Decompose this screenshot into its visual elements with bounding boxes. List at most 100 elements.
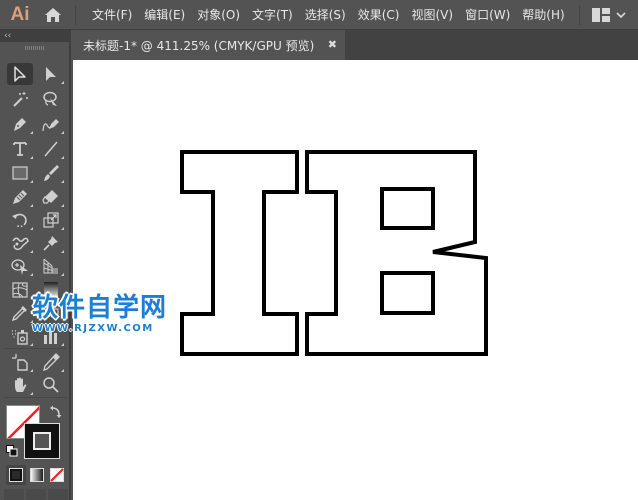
warp-tool[interactable]: [7, 232, 33, 254]
workspace-switcher[interactable]: [591, 0, 626, 30]
letter-b-lower-counter[interactable]: [380, 271, 435, 315]
shape-builder-icon: [11, 259, 28, 275]
perspective-grid-tool[interactable]: [38, 255, 64, 277]
curvature-tool[interactable]: [38, 113, 64, 135]
menu-edit[interactable]: 编辑(E): [138, 0, 191, 30]
menu-items: 文件(F) 编辑(E) 对象(O) 文字(T) 选择(S) 效果(C) 视图(V…: [86, 0, 571, 30]
artboard-icon: [12, 354, 28, 371]
letter-i-outline[interactable]: [180, 150, 299, 356]
blend-icon: [44, 308, 59, 318]
pen-tool[interactable]: [7, 113, 33, 135]
eyedropper-icon: [11, 306, 27, 322]
stroke-swatch[interactable]: [24, 423, 60, 459]
pen-icon: [14, 118, 26, 131]
magic-wand-tool[interactable]: [7, 88, 33, 110]
arrow-solid-icon: [46, 67, 56, 81]
document-title: 未标题-1* @ 411.25% (CMYK/GPU 预览): [83, 38, 315, 53]
hand-tool[interactable]: [7, 374, 33, 396]
hand-icon: [15, 377, 27, 392]
artboard-tool[interactable]: [7, 351, 33, 373]
menu-window[interactable]: 窗口(W): [459, 0, 516, 30]
menu-type[interactable]: 文字(T): [246, 0, 299, 30]
artwork: [180, 150, 488, 356]
line-segment-tool[interactable]: [38, 138, 64, 160]
artboard-canvas[interactable]: [73, 60, 638, 500]
zoom-tool[interactable]: [38, 374, 64, 396]
none-swatch-icon: [50, 468, 64, 482]
draw-normal-button[interactable]: [4, 489, 24, 500]
swap-fill-stroke-icon[interactable]: [49, 405, 63, 419]
draw-inside-button[interactable]: [48, 489, 68, 500]
tools-panel-header: ‹‹: [0, 30, 71, 42]
pin-icon: [43, 236, 58, 251]
draw-modes: [4, 489, 68, 500]
tool-divider: [4, 397, 66, 398]
default-colors-icon[interactable]: [6, 445, 18, 457]
illustrator-window: Ai 文件(F) 编辑(E) 对象(O) 文字(T) 选择(S) 效果(C) 视…: [0, 0, 638, 500]
line-icon: [44, 141, 58, 157]
gradient-mode-button[interactable]: [27, 465, 47, 485]
selection-tool[interactable]: [7, 63, 33, 85]
workspace-layout-icon: [591, 7, 610, 22]
paintbrush-tool[interactable]: [38, 162, 64, 184]
eyedropper-tool[interactable]: [7, 302, 33, 324]
tool-divider: [4, 348, 66, 349]
lasso-tool[interactable]: [38, 88, 64, 110]
column-graph-icon: [44, 331, 57, 344]
draw-behind-button[interactable]: [26, 489, 46, 500]
color-icon: [9, 468, 23, 482]
menu-divider: [578, 4, 580, 25]
none-mode-button[interactable]: [47, 465, 67, 485]
rectangle-tool[interactable]: [7, 162, 33, 184]
slice-icon: [43, 353, 60, 371]
blend-tool[interactable]: [38, 302, 64, 324]
mesh-icon: [12, 282, 28, 298]
menu-select[interactable]: 选择(S): [299, 0, 352, 30]
symbol-sprayer-icon: [12, 330, 28, 345]
symbol-sprayer-tool[interactable]: [7, 325, 33, 347]
magic-wand-icon: [13, 92, 28, 107]
gradient-swatch-icon: [30, 468, 44, 482]
gradient-tool[interactable]: [38, 279, 64, 301]
type-tool[interactable]: [7, 138, 33, 160]
stroke-swatch-inner: [33, 432, 51, 450]
app-logo: Ai: [10, 3, 30, 25]
warp-icon: [12, 237, 29, 251]
rectangle-icon: [12, 166, 28, 180]
puppet-warp-tool[interactable]: [38, 232, 64, 254]
shape-builder-tool[interactable]: [7, 255, 33, 277]
mesh-tool[interactable]: [7, 279, 33, 301]
chevron-down-icon: [616, 11, 626, 18]
collapse-panel-icon[interactable]: ‹‹: [4, 30, 11, 42]
rotate-tool[interactable]: [7, 209, 33, 231]
menu-effect[interactable]: 效果(C): [352, 0, 406, 30]
letter-b-upper-counter[interactable]: [380, 187, 435, 230]
menu-view[interactable]: 视图(V): [405, 0, 459, 30]
eraser-tool[interactable]: [38, 186, 64, 208]
document-tab-bar: 未标题-1* @ 411.25% (CMYK/GPU 预览) ✖: [73, 30, 638, 60]
magnifier-icon: [43, 377, 59, 393]
scale-tool[interactable]: [38, 209, 64, 231]
menu-file[interactable]: 文件(F): [86, 0, 138, 30]
arrow-outline-icon: [14, 66, 26, 82]
curvature-pen-icon: [42, 119, 59, 132]
menu-divider: [75, 4, 76, 25]
gradient-icon: [44, 282, 58, 298]
document-tab[interactable]: 未标题-1* @ 411.25% (CMYK/GPU 预览) ✖: [73, 30, 345, 60]
shaper-tool[interactable]: [7, 186, 33, 208]
panel-grip[interactable]: [25, 46, 45, 50]
close-icon[interactable]: ✖: [328, 38, 337, 51]
eraser-icon: [42, 190, 58, 204]
scale-icon: [43, 212, 59, 228]
menu-bar: Ai 文件(F) 编辑(E) 对象(O) 文字(T) 选择(S) 效果(C) 视…: [0, 0, 638, 30]
rotate-icon: [12, 213, 27, 228]
home-icon[interactable]: [37, 0, 69, 30]
color-mode-button[interactable]: [6, 465, 26, 485]
column-graph-tool[interactable]: [38, 325, 64, 347]
letter-b-outline[interactable]: [305, 150, 488, 356]
perspective-grid-icon: [43, 258, 58, 274]
menu-help[interactable]: 帮助(H): [516, 0, 570, 30]
direct-selection-tool[interactable]: [38, 63, 64, 85]
slice-tool[interactable]: [38, 351, 64, 373]
menu-object[interactable]: 对象(O): [191, 0, 246, 30]
